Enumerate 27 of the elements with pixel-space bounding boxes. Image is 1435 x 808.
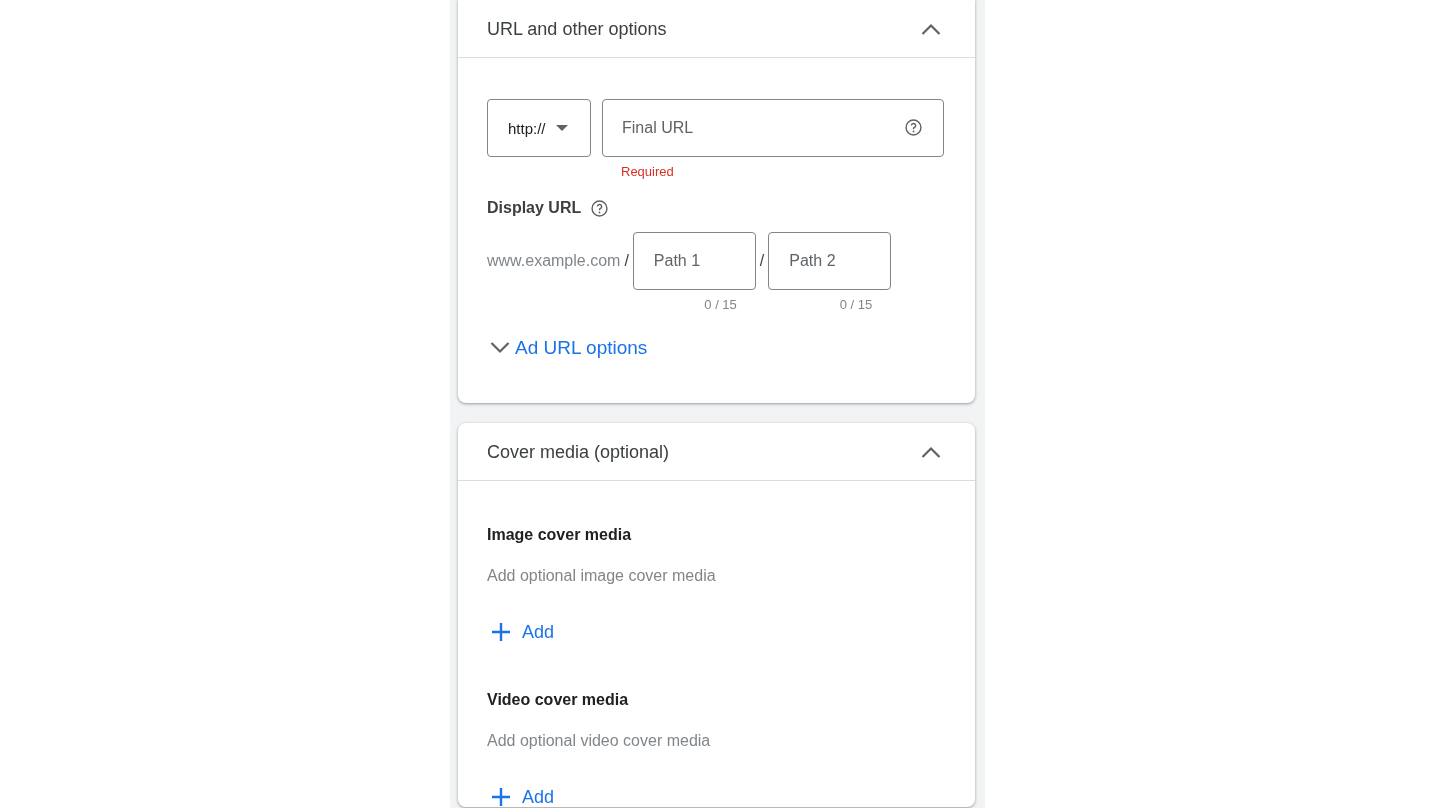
path-separator: /	[759, 251, 765, 271]
domain-text: www.example.com	[487, 251, 621, 271]
protocol-dropdown[interactable]: http://	[487, 99, 591, 157]
media-hint: Add optional video cover media	[487, 731, 712, 751]
add-button[interactable]: Add	[492, 622, 555, 642]
chevron-up-icon[interactable]	[921, 22, 941, 35]
character-counter: 0 / 15	[839, 297, 873, 313]
error-message: Required	[620, 164, 674, 180]
add-button[interactable]: Add	[492, 787, 555, 807]
plus-icon	[492, 623, 510, 641]
section-title: Cover media (optional)	[487, 440, 670, 464]
chevron-up-icon[interactable]	[921, 445, 941, 458]
section-title: URL and other options	[487, 17, 667, 41]
media-hint: Add optional image cover media	[487, 566, 717, 586]
final-url-field[interactable]: Final URL	[602, 99, 944, 157]
field-label: Display URL	[487, 198, 582, 218]
plus-icon	[492, 788, 510, 806]
path-field[interactable]: Path 1	[632, 232, 756, 290]
ad-url-options-link[interactable]: Ad URL options	[490, 330, 648, 366]
media-heading: Video cover media	[487, 690, 630, 710]
help-icon[interactable]	[905, 119, 922, 136]
dropdown-caret-icon	[555, 125, 568, 131]
media-heading: Image cover media	[487, 525, 633, 545]
path-separator: /	[624, 251, 629, 271]
help-icon[interactable]	[591, 199, 609, 217]
path-field[interactable]: Path 2	[768, 232, 892, 290]
character-counter: 0 / 15	[704, 297, 737, 313]
